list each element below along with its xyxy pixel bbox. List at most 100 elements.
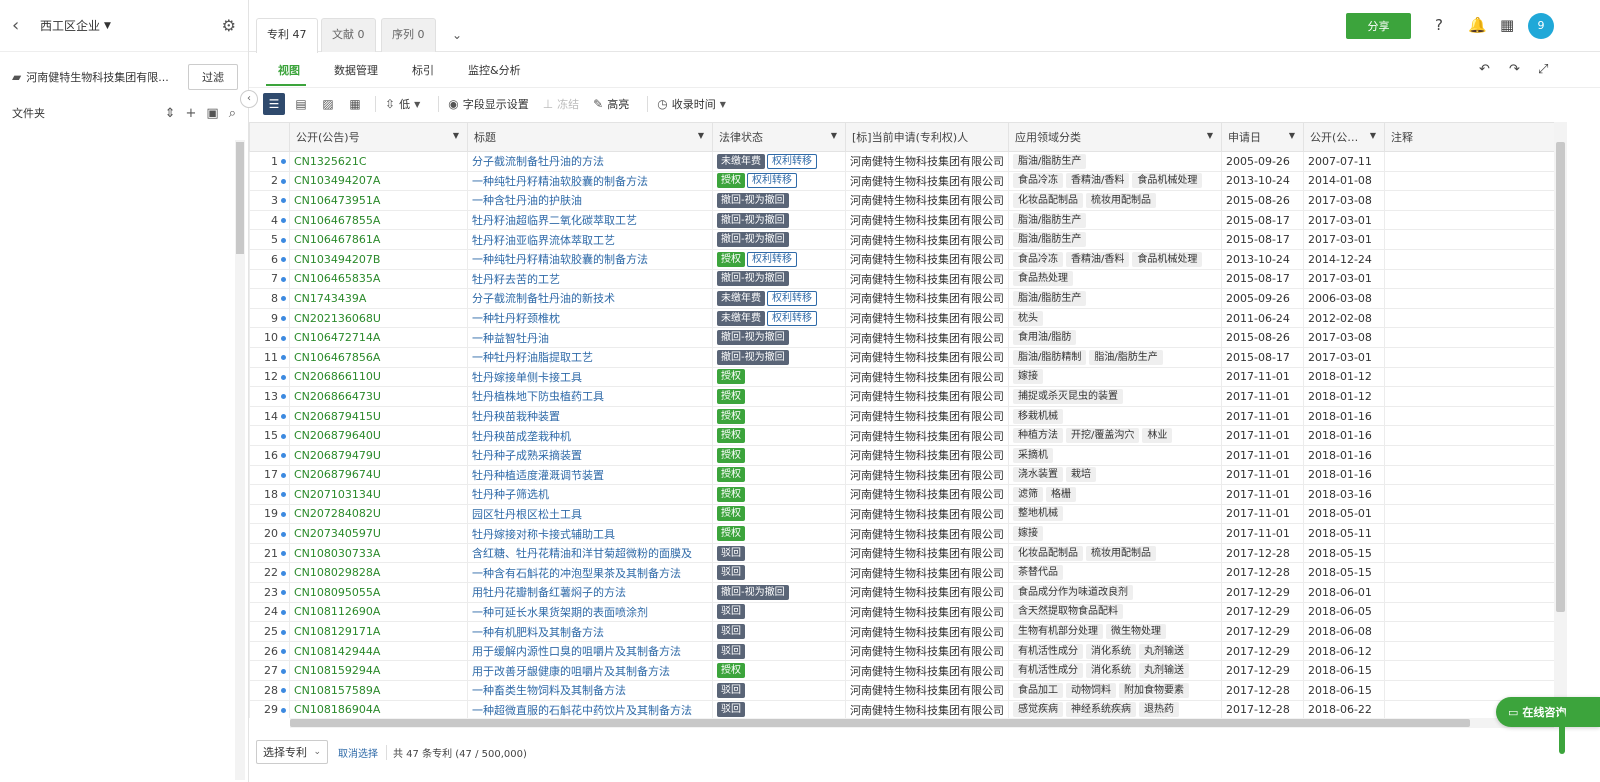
publication-number[interactable]: CN108157589A xyxy=(289,680,468,701)
patent-title[interactable]: 分子截流制备牡丹油的方法 xyxy=(467,151,713,172)
publication-number[interactable]: CN106467856A xyxy=(289,346,468,368)
add-icon[interactable]: + xyxy=(186,106,197,121)
gear-icon[interactable]: ⚙ xyxy=(222,16,236,35)
notes-cell[interactable] xyxy=(1384,425,1554,446)
table-row[interactable]: 5 CN106467861A 牡丹籽油亚临界流体萃取工艺 撤回-视为撤回 河南健特生物科… xyxy=(249,229,1554,250)
subtab-view[interactable]: 视图 xyxy=(278,62,300,78)
table-row[interactable]: 24 CN108112690A 一种可延长水果货架期的表面喷涂剂 驳回 河南健特生物科技… xyxy=(249,601,1554,623)
col-header-publication-date[interactable]: 公开(公… ▼ xyxy=(1303,122,1385,152)
patent-title[interactable]: 一种有机肥料及其制备方法 xyxy=(467,621,713,642)
publication-number[interactable]: CN206879479U xyxy=(289,444,468,466)
publication-number[interactable]: CN206879640U xyxy=(289,425,468,446)
table-row[interactable]: 14 CN206879415U 牡丹秧苗栽种装置 授权 河南健特生物科技集团有限公司 移栽… xyxy=(249,405,1554,427)
notes-cell[interactable] xyxy=(1384,444,1554,466)
sort-time-dropdown[interactable]: ◷ 收录时间 ▼ xyxy=(657,96,726,112)
density-dropdown[interactable]: ⇳ 低 ▼ xyxy=(385,96,420,112)
patent-title[interactable]: 含红糖、牡丹花精油和洋甘菊超微粉的面膜及 xyxy=(467,542,713,564)
patent-title[interactable]: 用于缓解内源性口臭的咀嚼片及其制备方法 xyxy=(467,640,713,662)
subtab-indexing[interactable]: 标引 xyxy=(412,62,434,78)
publication-number[interactable]: CN206866473U xyxy=(289,386,468,407)
avatar[interactable]: 9 xyxy=(1528,13,1554,39)
card-view-icon[interactable]: ▦ xyxy=(344,93,366,115)
notes-cell[interactable] xyxy=(1384,190,1554,211)
publication-number[interactable]: CN108186904A xyxy=(289,699,468,718)
patent-title[interactable]: 牡丹籽去苦的工艺 xyxy=(467,268,713,290)
notes-cell[interactable] xyxy=(1384,523,1554,544)
field-settings-button[interactable]: ◉ 字段显示设置 xyxy=(448,96,528,112)
table-row[interactable]: 6 CN103494207B 一种纯牡丹籽精油软胶囊的制备方法 授权 权利转移 河南健特生… xyxy=(249,248,1554,270)
share-button[interactable]: 分享 xyxy=(1346,13,1411,39)
notes-cell[interactable] xyxy=(1384,503,1554,525)
col-header-legal-status[interactable]: 法律状态 ▼ xyxy=(712,122,846,152)
table-row[interactable]: 29 CN108186904A 一种超微直服的石斛花中药饮片及其制备方法 驳回 河南健特… xyxy=(249,699,1554,718)
chevron-down-icon[interactable]: ⌄ xyxy=(452,28,462,42)
table-row[interactable]: 25 CN108129171A 一种有机肥料及其制备方法 驳回 河南健特生物科技集团有限… xyxy=(249,621,1554,642)
vertical-scrollbar[interactable] xyxy=(1554,122,1567,718)
patent-title[interactable]: 牡丹种植适度灌溉调节装置 xyxy=(467,464,713,486)
select-patents-dropdown[interactable]: 选择专利 ⌄ xyxy=(256,740,328,764)
notes-cell[interactable] xyxy=(1384,346,1554,368)
publication-number[interactable]: CN206879674U xyxy=(289,464,468,486)
col-header-application-date[interactable]: 申请日 ▼ xyxy=(1221,122,1304,152)
sort-caret-icon[interactable]: ▼ xyxy=(1207,131,1213,140)
notes-cell[interactable] xyxy=(1384,229,1554,250)
notes-cell[interactable] xyxy=(1384,464,1554,486)
notes-cell[interactable] xyxy=(1384,405,1554,427)
undo-icon[interactable]: ↶ xyxy=(1479,62,1490,77)
publication-number[interactable]: CN103494207B xyxy=(289,248,468,270)
patent-title[interactable]: 牡丹秧苗栽种装置 xyxy=(467,405,713,427)
sidebar-scrollbar[interactable] xyxy=(235,140,245,780)
patent-title[interactable]: 一种可延长水果货架期的表面喷涂剂 xyxy=(467,601,713,623)
tab-patents[interactable]: 专利 47 xyxy=(256,18,318,53)
publication-number[interactable]: CN1325621C xyxy=(289,151,468,172)
search-icon[interactable]: ⌕ xyxy=(229,106,236,121)
publication-number[interactable]: CN103494207A xyxy=(289,170,468,192)
publication-number[interactable]: CN108095055A xyxy=(289,582,468,603)
col-header-applicant[interactable]: [标]当前申请(专利权)人 xyxy=(845,122,1009,152)
col-header-title[interactable]: 标题 ▼ xyxy=(467,122,713,152)
patent-title[interactable]: 用牡丹花瓣制备红薯焖子的方法 xyxy=(467,582,713,603)
table-row[interactable]: 11 CN106467856A 一种牡丹籽油脂提取工艺 撤回-视为撤回 河南健特生物科技… xyxy=(249,346,1554,368)
patent-title[interactable]: 牡丹嫁接对称卡接式辅助工具 xyxy=(467,523,713,544)
col-header-notes[interactable]: 注释 xyxy=(1384,122,1554,152)
col-header-application-field[interactable]: 应用领域分类 ▼ xyxy=(1008,122,1222,152)
patent-title[interactable]: 牡丹籽油亚临界流体萃取工艺 xyxy=(467,229,713,250)
notes-cell[interactable] xyxy=(1384,640,1554,662)
notes-cell[interactable] xyxy=(1384,386,1554,407)
table-row[interactable]: 4 CN106467855A 牡丹籽油超临界二氧化碳萃取工艺 撤回-视为撤回 河南健特生… xyxy=(249,209,1554,231)
detail-view-icon[interactable]: ▤ xyxy=(290,93,312,115)
table-row[interactable]: 16 CN206879479U 牡丹种子成熟采摘装置 授权 河南健特生物科技集团有限公司… xyxy=(249,444,1554,466)
sort-caret-icon[interactable]: ▼ xyxy=(1289,131,1295,140)
publication-number[interactable]: CN106472714A xyxy=(289,327,468,348)
patent-title[interactable]: 牡丹嫁接单侧卡接工具 xyxy=(467,366,713,388)
patent-title[interactable]: 牡丹秧苗成垄栽种机 xyxy=(467,425,713,446)
publication-number[interactable]: CN108142944A xyxy=(289,640,468,662)
freeze-button[interactable]: ⊥ 冻结 xyxy=(543,96,579,112)
online-chat-button[interactable]: ▭ 在线咨询 xyxy=(1496,697,1600,727)
notes-cell[interactable] xyxy=(1384,660,1554,682)
table-row[interactable]: 28 CN108157589A 一种畜类生物饲料及其制备方法 驳回 河南健特生物科技集团… xyxy=(249,680,1554,701)
list-view-icon[interactable]: ☰ xyxy=(263,93,285,115)
horizontal-scrollbar[interactable] xyxy=(290,718,1554,728)
publication-number[interactable]: CN108159294A xyxy=(289,660,468,682)
redo-icon[interactable]: ↷ xyxy=(1509,62,1520,77)
table-row[interactable]: 15 CN206879640U 牡丹秧苗成垄栽种机 授权 河南健特生物科技集团有限公司种… xyxy=(249,425,1554,446)
patent-title[interactable]: 用于改善牙龈健康的咀嚼片及其制备方法 xyxy=(467,660,713,682)
workspace-name[interactable]: 西工区企业 xyxy=(40,17,100,34)
publication-number[interactable]: CN207284082U xyxy=(289,503,468,525)
publication-number[interactable]: CN206879415U xyxy=(289,405,468,427)
publication-number[interactable]: CN106467861A xyxy=(289,229,468,250)
patent-title[interactable]: 一种纯牡丹籽精油软胶囊的制备方法 xyxy=(467,248,713,270)
notes-cell[interactable] xyxy=(1384,268,1554,290)
notes-cell[interactable] xyxy=(1384,288,1554,309)
table-row[interactable]: 7 CN106465835A 牡丹籽去苦的工艺 撤回-视为撤回 河南健特生物科技集团有限… xyxy=(249,268,1554,290)
side-tab[interactable] xyxy=(1559,712,1565,754)
subtab-monitoring[interactable]: 监控&分析 xyxy=(468,62,521,78)
table-row[interactable]: 18 CN207103134U 牡丹种子筛选机 授权 河南健特生物科技集团有限公司 滤筛格… xyxy=(249,484,1554,505)
table-row[interactable]: 27 CN108159294A 用于改善牙龈健康的咀嚼片及其制备方法 授权 河南健特生物… xyxy=(249,660,1554,682)
patent-title[interactable]: 一种畜类生物饲料及其制备方法 xyxy=(467,680,713,701)
publication-number[interactable]: CN108112690A xyxy=(289,601,468,623)
table-row[interactable]: 3 CN106473951A 一种含牡丹油的护肤油 撤回-视为撤回 河南健特生物科技集团… xyxy=(249,190,1554,211)
project-name[interactable]: 河南健特生物科技集团有限... xyxy=(26,69,176,85)
publication-number[interactable]: CN106465835A xyxy=(289,268,468,290)
